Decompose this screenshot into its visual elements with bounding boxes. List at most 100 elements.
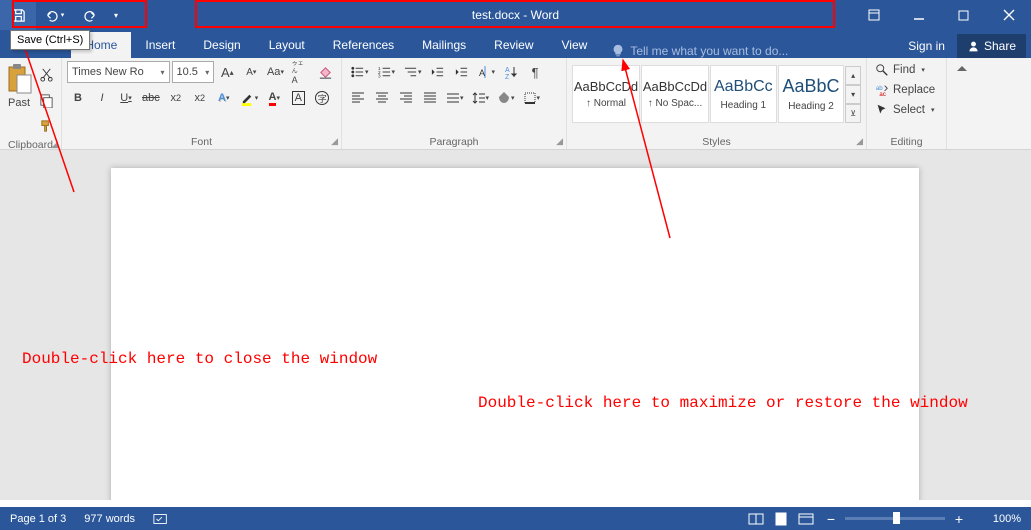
maximize-icon[interactable] (941, 0, 986, 30)
find-icon (875, 63, 889, 77)
sort-icon[interactable]: AZ (500, 61, 522, 83)
minimize-icon[interactable] (896, 0, 941, 30)
font-size-combo[interactable]: 10.5▾ (172, 61, 215, 83)
read-mode-icon[interactable] (745, 508, 767, 530)
style-heading-2[interactable]: AaBbCHeading 2 (778, 65, 845, 123)
annotation-maximize: Double-click here to maximize or restore… (478, 394, 1030, 412)
paragraph-dialog-launcher[interactable]: ◢ (556, 136, 563, 147)
align-left-icon[interactable] (347, 87, 369, 109)
svg-text:ac: ac (879, 91, 885, 97)
group-clipboard: Past Clipboard◢ (0, 58, 62, 149)
find-button[interactable]: Find▾ (872, 61, 941, 79)
strikethrough-icon[interactable]: abc (139, 87, 163, 109)
group-styles: AaBbCcDd↑ Normal AaBbCcDd↑ No Spac... Aa… (567, 58, 867, 149)
window-controls (851, 0, 1031, 30)
page[interactable] (111, 168, 919, 500)
italic-icon[interactable]: I (91, 87, 113, 109)
style-heading-1[interactable]: AaBbCcHeading 1 (710, 65, 777, 123)
tab-references[interactable]: References (319, 32, 408, 58)
borders-icon[interactable]: ▾ (520, 87, 544, 109)
select-button[interactable]: Select▾ (872, 101, 941, 119)
web-layout-icon[interactable] (795, 508, 817, 530)
styles-gallery-scroll: ▴ ▾ ⊻ (845, 66, 861, 123)
title-bar[interactable]: ▾ ▾ test.docx - Word (0, 0, 1031, 30)
distributed-icon[interactable]: ▾ (443, 87, 467, 109)
bold-icon[interactable]: B (67, 87, 89, 109)
tab-mailings[interactable]: Mailings (408, 32, 480, 58)
svg-text:A: A (479, 68, 485, 78)
multilevel-list-icon[interactable]: ▾ (400, 61, 425, 83)
paste-button[interactable]: Past (5, 63, 33, 109)
bullets-icon[interactable]: ▾ (347, 61, 372, 83)
clear-formatting-icon[interactable] (314, 61, 336, 83)
lightbulb-icon (611, 44, 625, 58)
word-count[interactable]: 977 words (84, 513, 135, 525)
enclose-char-icon[interactable]: 字 (311, 87, 333, 109)
line-spacing-icon[interactable]: ▾ (469, 87, 493, 109)
ribbon: Past Clipboard◢ Times New Ro▾ 10.5▾ A▴ A… (0, 58, 1031, 150)
font-dialog-launcher[interactable]: ◢ (331, 136, 338, 147)
spellcheck-icon[interactable] (153, 512, 169, 526)
group-font: Times New Ro▾ 10.5▾ A▴ A▾ Aa▾ ゥェんA B I U… (62, 58, 342, 149)
share-button[interactable]: Share (957, 34, 1026, 58)
replace-button[interactable]: abacReplace (872, 81, 941, 99)
replace-icon: abac (875, 83, 889, 97)
styles-down-icon[interactable]: ▾ (845, 85, 861, 104)
phonetic-guide-icon[interactable]: ゥェんA (289, 61, 312, 83)
zoom-in-icon[interactable]: + (948, 508, 970, 530)
paste-icon (5, 63, 33, 95)
document-area[interactable]: Double-click here to close the window Do… (0, 150, 1031, 500)
tab-review[interactable]: Review (480, 32, 547, 58)
style-no-spacing[interactable]: AaBbCcDd↑ No Spac... (641, 65, 709, 123)
ribbon-display-icon[interactable] (851, 0, 896, 30)
zoom-level[interactable]: 100% (981, 513, 1021, 525)
show-marks-icon[interactable]: ¶ (524, 61, 546, 83)
print-layout-icon[interactable] (770, 508, 792, 530)
sign-in-link[interactable]: Sign in (896, 39, 957, 53)
subscript-icon[interactable]: x2 (165, 87, 187, 109)
superscript-icon[interactable]: x2 (189, 87, 211, 109)
increase-indent-icon[interactable] (451, 61, 473, 83)
shading-icon[interactable]: ▾ (494, 87, 518, 109)
underline-icon[interactable]: U▾ (115, 87, 137, 109)
page-indicator[interactable]: Page 1 of 3 (10, 513, 66, 525)
font-color-icon[interactable]: A▾ (263, 87, 285, 109)
tab-view[interactable]: View (548, 32, 602, 58)
highlight-icon[interactable]: ▾ (237, 87, 262, 109)
group-editing: Find▾ abacReplace Select▾ Editing (867, 58, 947, 149)
grow-font-icon[interactable]: A▴ (216, 61, 238, 83)
copy-icon[interactable] (35, 89, 57, 111)
styles-more-icon[interactable]: ⊻ (845, 104, 861, 123)
format-painter-icon[interactable] (35, 115, 57, 137)
style-normal[interactable]: AaBbCcDd↑ Normal (572, 65, 640, 123)
asian-layout-icon[interactable]: A▾ (475, 61, 499, 83)
share-icon (967, 40, 980, 53)
zoom-slider[interactable] (845, 517, 945, 520)
font-family-combo[interactable]: Times New Ro▾ (67, 61, 170, 83)
change-case-icon[interactable]: Aa▾ (264, 61, 286, 83)
decrease-indent-icon[interactable] (427, 61, 449, 83)
styles-up-icon[interactable]: ▴ (845, 66, 861, 85)
annotation-close: Double-click here to close the window (22, 350, 377, 368)
zoom-out-icon[interactable]: − (820, 508, 842, 530)
shrink-font-icon[interactable]: A▾ (240, 61, 262, 83)
numbering-icon[interactable]: 123▾ (374, 61, 399, 83)
styles-dialog-launcher[interactable]: ◢ (856, 136, 863, 147)
align-right-icon[interactable] (395, 87, 417, 109)
tab-insert[interactable]: Insert (131, 32, 189, 58)
tell-me-placeholder: Tell me what you want to do... (630, 44, 788, 58)
justify-icon[interactable] (419, 87, 441, 109)
close-icon[interactable] (986, 0, 1031, 30)
status-bar: Page 1 of 3 977 words − + 100% (0, 507, 1031, 530)
tab-layout[interactable]: Layout (255, 32, 319, 58)
svg-text:3: 3 (377, 74, 380, 79)
tell-me-search[interactable]: Tell me what you want to do... (611, 44, 788, 58)
align-center-icon[interactable] (371, 87, 393, 109)
cut-icon[interactable] (35, 63, 57, 85)
tab-design[interactable]: Design (189, 32, 254, 58)
char-border-icon[interactable]: A (287, 87, 309, 109)
text-effects-icon[interactable]: A▾ (213, 87, 235, 109)
svg-text:Z: Z (505, 74, 510, 79)
clipboard-dialog-launcher[interactable]: ◢ (51, 139, 58, 150)
collapse-ribbon-icon[interactable] (947, 58, 977, 149)
